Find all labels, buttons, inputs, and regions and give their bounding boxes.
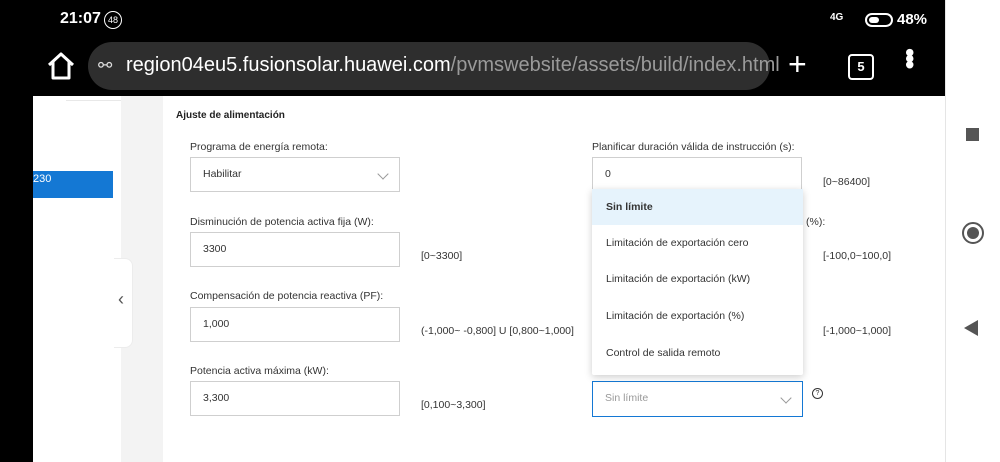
- url-domain: region04eu5.fusionsolar.huawei.com: [126, 54, 451, 76]
- status-time: 21:07: [60, 10, 101, 27]
- export-limit-select[interactable]: Sin límite: [592, 381, 803, 417]
- dropdown-option-export-kw[interactable]: Limitación de exportación (kW): [592, 261, 803, 297]
- pf-range: [-1,000~1,000]: [823, 325, 892, 337]
- percent-range: [-100,0~100,0]: [823, 250, 892, 262]
- sidebar-item-selected[interactable]: 230: [33, 171, 113, 198]
- address-bar[interactable]: ⚯ region04eu5.fusionsolar.huawei.com/pvm…: [88, 42, 780, 90]
- remote-program-select[interactable]: Habilitar: [190, 157, 400, 192]
- remote-program-label: Programa de energía remota:: [190, 141, 328, 153]
- recents-icon[interactable]: [966, 128, 979, 141]
- sidebar-collapse-handle[interactable]: ‹: [114, 258, 133, 348]
- url-text[interactable]: region04eu5.fusionsolar.huawei.com/pvmsw…: [126, 54, 780, 77]
- sidebar-item-label: 230: [33, 173, 52, 185]
- dropdown-option-export-percent[interactable]: Limitación de exportación (%): [592, 298, 803, 334]
- home-nav-icon[interactable]: [962, 222, 984, 244]
- schedule-duration-label: Planificar duración válida de instrucció…: [592, 141, 795, 153]
- section-title: Ajuste de alimentación: [176, 110, 285, 121]
- dropdown-option-remote-output[interactable]: Control de salida remoto: [592, 335, 803, 371]
- chevron-left-icon: ‹: [118, 289, 124, 309]
- status-bar: 21:07 48 4G 48%: [0, 0, 945, 40]
- help-icon[interactable]: ?: [812, 388, 823, 399]
- url-path: /pvmswebsite/assets/build/index.html: [450, 54, 780, 76]
- percent-suffix-label: (%):: [806, 216, 826, 228]
- battery-icon: [865, 13, 893, 27]
- back-nav-icon[interactable]: [964, 320, 978, 336]
- active-power-reduction-input[interactable]: 3300: [190, 232, 400, 267]
- schedule-duration-input[interactable]: 0: [592, 157, 802, 192]
- site-settings-icon[interactable]: ⚯: [98, 56, 112, 76]
- active-power-reduction-label: Disminución de potencia activa fija (W):: [190, 216, 374, 228]
- max-active-power-label: Potencia activa máxima (kW):: [190, 365, 329, 377]
- remote-program-value: Habilitar: [203, 168, 242, 180]
- dropdown-option-sin-limite[interactable]: Sin límite: [592, 189, 803, 225]
- dropdown-option-zero-export[interactable]: Limitación de exportación cero: [592, 225, 803, 261]
- network-signal-icon: 4G: [830, 12, 844, 23]
- max-active-power-input[interactable]: 3,300: [190, 381, 400, 416]
- chevron-down-icon: [377, 168, 389, 180]
- new-tab-button[interactable]: +: [788, 46, 807, 83]
- more-menu-icon[interactable]: •••: [895, 48, 925, 66]
- export-limit-value: Sin límite: [605, 392, 649, 404]
- schedule-duration-range: [0~86400]: [823, 176, 871, 188]
- reactive-compensation-input[interactable]: 1,000: [190, 307, 400, 342]
- android-nav-bar: [945, 0, 1000, 462]
- chevron-down-icon: [780, 392, 792, 404]
- browser-toolbar: ⚯ region04eu5.fusionsolar.huawei.com/pvm…: [0, 40, 945, 96]
- battery-level: 48%: [897, 11, 928, 28]
- reactive-compensation-range: (-1,000~ -0,800] U [0,800~1,000]: [421, 325, 574, 337]
- max-active-power-range: [0,100~3,300]: [421, 399, 486, 411]
- notification-count-badge: 48: [104, 11, 122, 29]
- left-black-strip: [0, 96, 33, 462]
- tab-switcher-button[interactable]: 5: [848, 54, 874, 80]
- export-limit-dropdown: Sin límite Limitación de exportación cer…: [592, 189, 803, 375]
- home-button[interactable]: [45, 50, 77, 82]
- reactive-compensation-label: Compensación de potencia reactiva (PF):: [190, 290, 384, 302]
- active-power-reduction-range: [0~3300]: [421, 250, 463, 262]
- home-icon: [47, 52, 75, 80]
- sidebar: 230: [33, 96, 146, 462]
